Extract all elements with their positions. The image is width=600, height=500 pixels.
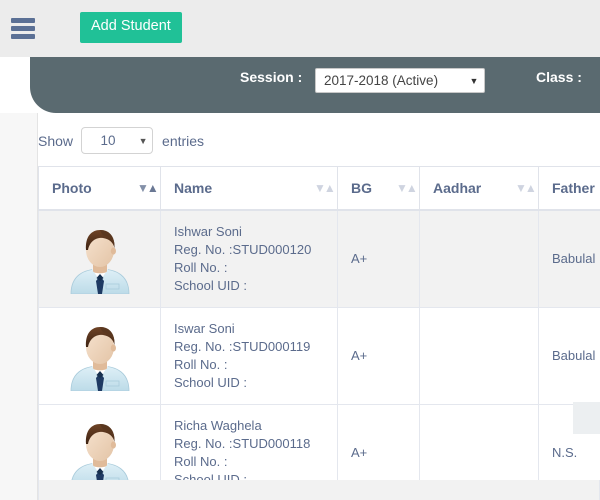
student-school-uid: School UID : (174, 278, 247, 293)
column-header-photo[interactable]: Photo ▼▲ (38, 166, 161, 211)
hamburger-bar (11, 26, 35, 31)
cell-father: Babulal (538, 210, 600, 308)
column-header-label: BG (351, 180, 372, 196)
student-name: Richa Waghela (174, 418, 262, 433)
student-list-page: Add Student Session : 2017-2018 (Active)… (0, 0, 600, 500)
table-header: Photo ▼▲ Name ▼▲ BG ▼▲ Aadhar ▼▲ Father (38, 166, 600, 211)
table-row-partial (38, 480, 600, 500)
cell-father: Babulal (538, 307, 600, 405)
column-header-label: Photo (52, 180, 92, 196)
broken-image-placeholder (573, 402, 600, 434)
entries-label: entries (162, 132, 205, 149)
sort-icon: ▼▲ (314, 181, 336, 195)
content-panel: Show 10 ▼ entries Photo ▼▲ Name ▼▲ BG ▼▲… (38, 113, 600, 500)
chevron-down-icon: ▼ (469, 75, 479, 86)
column-header-bg[interactable]: BG ▼▲ (337, 166, 420, 211)
class-label: Class : (536, 69, 582, 85)
session-select[interactable]: 2017-2018 (Active) ▼ (315, 68, 485, 93)
table-row[interactable]: Ishwar Soni Reg. No. :STUD000120 Roll No. … (38, 210, 600, 308)
hamburger-bar (11, 34, 35, 39)
sort-icon: ▼▲ (515, 181, 537, 195)
student-roll-no: Roll No. : (174, 357, 228, 372)
cell-aadhar (419, 307, 539, 405)
column-header-label: Aadhar (433, 180, 482, 196)
column-header-label: Name (174, 180, 213, 196)
cell-blood-group: A+ (337, 210, 420, 308)
entries-selected-value: 10 (100, 133, 116, 148)
student-avatar (65, 321, 135, 391)
entries-per-page-select[interactable]: 10 ▼ (81, 127, 154, 154)
chevron-down-icon: ▼ (138, 135, 148, 146)
sort-descending-icon: ▼▲ (137, 181, 159, 195)
table-body: Ishwar Soni Reg. No. :STUD000120 Roll No. … (38, 210, 600, 500)
page-left-gutter (0, 113, 38, 500)
table-header-row: Photo ▼▲ Name ▼▲ BG ▼▲ Aadhar ▼▲ Father (38, 166, 600, 211)
session-label: Session : (240, 69, 303, 85)
show-label: Show (38, 132, 74, 149)
column-header-father[interactable]: Father (538, 166, 600, 211)
hamburger-bar (11, 18, 35, 23)
student-name: Ishwar Soni (174, 224, 242, 239)
cell-name: Iswar Soni Reg. No. :STUD000119 Roll No. :… (160, 307, 338, 405)
student-roll-no: Roll No. : (174, 260, 228, 275)
session-selected-value: 2017-2018 (Active) (324, 73, 439, 88)
cell-aadhar (419, 210, 539, 308)
student-reg-no: Reg. No. :STUD000120 (174, 242, 312, 257)
table-row[interactable]: Iswar Soni Reg. No. :STUD000119 Roll No. :… (38, 307, 600, 405)
column-header-aadhar[interactable]: Aadhar ▼▲ (419, 166, 539, 211)
cell-name: Ishwar Soni Reg. No. :STUD000120 Roll No. … (160, 210, 338, 308)
cell-photo (38, 210, 161, 308)
add-student-button[interactable]: Add Student (80, 12, 182, 43)
student-school-uid: School UID : (174, 375, 247, 390)
student-avatar (65, 418, 135, 488)
student-reg-no: Reg. No. :STUD000119 (174, 339, 311, 354)
cell-blood-group: A+ (337, 307, 420, 405)
student-reg-no: Reg. No. :STUD000118 (174, 436, 311, 451)
student-name: Iswar Soni (174, 321, 235, 336)
column-header-name[interactable]: Name ▼▲ (160, 166, 338, 211)
student-roll-no: Roll No. : (174, 454, 228, 469)
student-avatar (65, 224, 135, 294)
students-table: Photo ▼▲ Name ▼▲ BG ▼▲ Aadhar ▼▲ Father … (38, 166, 600, 500)
column-header-label: Father (552, 180, 595, 196)
cell-photo (38, 307, 161, 405)
table-length-control: Show 10 ▼ entries (38, 127, 204, 154)
hamburger-menu-icon[interactable] (11, 18, 35, 39)
sort-icon: ▼▲ (396, 181, 418, 195)
